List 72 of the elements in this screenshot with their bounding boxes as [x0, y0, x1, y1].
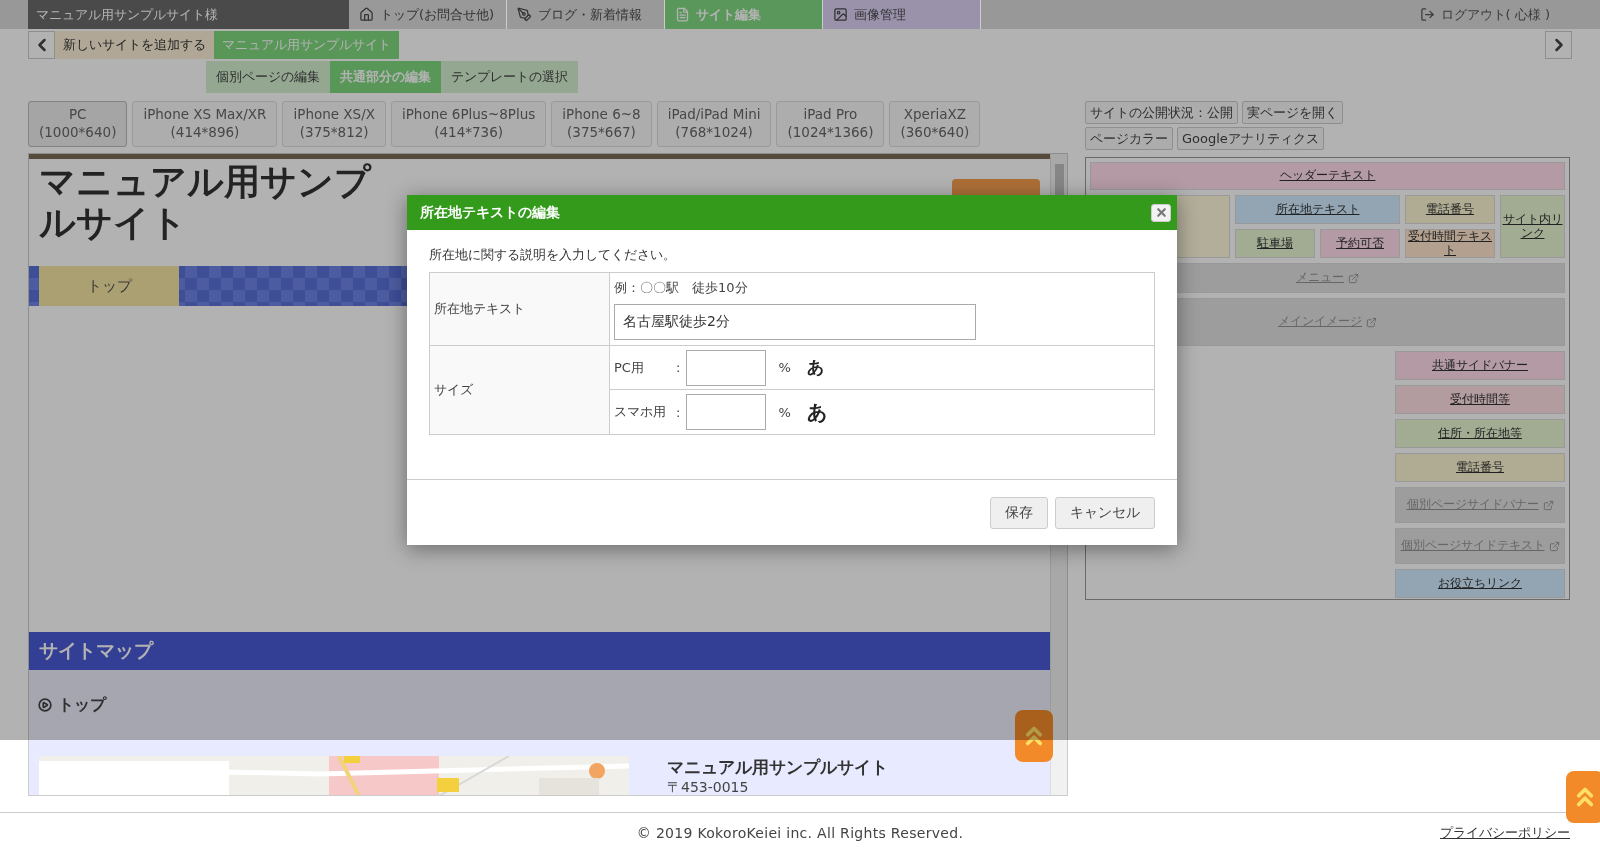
size-label: スマホ用: [614, 403, 667, 421]
row-label: 所在地テキスト: [430, 273, 610, 346]
size-input[interactable]: [686, 394, 767, 430]
image-icon: [833, 7, 848, 22]
action-button[interactable]: 実ページを開く: [1242, 101, 1343, 124]
device-tab[interactable]: iPhone 6Plus~8Plus (414*736): [390, 101, 547, 147]
size-label: PC用: [614, 358, 645, 377]
device-tab[interactable]: iPhone 6~8 (375*667): [551, 101, 652, 147]
close-button[interactable]: [1151, 203, 1171, 222]
layout-block[interactable]: 所在地テキスト: [1235, 195, 1400, 224]
external-link-icon: [1366, 316, 1377, 328]
hint-text: 例：〇〇駅 徒歩10分: [613, 279, 749, 297]
layout-block[interactable]: サイト内リンク: [1500, 195, 1565, 258]
logout-link[interactable]: ログアウト( 心様 ): [1419, 0, 1550, 29]
sidebar-block[interactable]: 住所・所在地等: [1395, 419, 1565, 448]
location-input[interactable]: 名古屋駅徒歩2分: [614, 304, 976, 340]
edit-tab[interactable]: 個別ページの編集: [206, 61, 330, 93]
copyright-text: © 2019 KokoroKeiei inc. All Rights Reserved.: [636, 825, 964, 841]
footer-site-name: マニュアル用サンプルサイト: [667, 756, 888, 779]
instruction-text: 所在地に関する説明を入力してください。: [429, 246, 677, 264]
unit-text: %: [778, 360, 791, 375]
layout-block[interactable]: 受付時間テキスト: [1405, 229, 1495, 258]
device-tab[interactable]: iPad/iPad Mini (768*1024): [656, 101, 772, 147]
list-icon: [675, 7, 690, 22]
sidebar-block[interactable]: お役立ちリンク: [1395, 569, 1565, 598]
sidebar-block[interactable]: 電話番号: [1395, 453, 1565, 482]
nav-tab[interactable]: 画像管理: [823, 0, 981, 29]
save-button[interactable]: 保存: [990, 496, 1048, 529]
layout-block[interactable]: 電話番号: [1405, 195, 1495, 224]
device-tab[interactable]: iPhone XS/X (375*812): [282, 101, 386, 147]
privacy-link[interactable]: プライバシーポリシー: [1440, 824, 1570, 842]
sitemap-link[interactable]: トップ: [58, 694, 106, 716]
bullet-icon: [38, 698, 52, 712]
layout-block[interactable]: 駐車場: [1235, 229, 1315, 258]
site-tab[interactable]: 新しいサイトを追加する: [55, 30, 214, 59]
size-sample: あ: [806, 356, 824, 379]
external-link-icon: [1348, 272, 1359, 284]
row-label: サイズ: [430, 346, 610, 434]
device-tab[interactable]: iPhone XS Max/XR (414*896): [132, 101, 278, 147]
logout-icon: [1419, 7, 1435, 22]
colon-text: :: [676, 404, 681, 420]
scroll-top-button[interactable]: [1015, 710, 1053, 762]
cancel-button[interactable]: キャンセル: [1055, 496, 1155, 529]
action-button[interactable]: サイトの公開状況：公開: [1085, 101, 1238, 124]
action-button[interactable]: Googleアナリティクス: [1177, 127, 1324, 150]
preview-nav-item[interactable]: トップ: [39, 266, 179, 306]
forward-button[interactable]: [1545, 30, 1572, 59]
footer-address: 〒453-0015: [667, 778, 750, 795]
dialog-title: 所在地テキストの編集: [420, 203, 560, 222]
close-icon: [1154, 206, 1168, 219]
back-button[interactable]: [28, 30, 55, 59]
site-title: マニュアル用サンプルサイト: [39, 161, 373, 246]
layout-block[interactable]: ヘッダーテキスト: [1090, 162, 1565, 190]
sidebar-block[interactable]: 共通サイドバナー: [1395, 351, 1565, 380]
device-tab[interactable]: PC (1000*640): [28, 101, 128, 147]
size-sample: あ: [806, 398, 827, 426]
size-input[interactable]: [686, 349, 767, 386]
action-button[interactable]: ページカラー: [1085, 127, 1173, 150]
site-name: マニュアル用サンプルサイト様: [28, 0, 349, 29]
colon-text: :: [676, 360, 681, 375]
sitemap-heading: サイトマップ: [29, 632, 1050, 670]
edit-tab[interactable]: テンプレートの選択: [441, 61, 578, 93]
home-icon: [359, 7, 374, 22]
device-tab[interactable]: XperiaXZ (360*640): [889, 101, 981, 147]
scroll-top-button[interactable]: [1566, 771, 1600, 823]
layout-block[interactable]: 予約可否: [1320, 229, 1400, 258]
sidebar-block[interactable]: 受付時間等: [1395, 385, 1565, 414]
external-link-icon: [1542, 499, 1554, 511]
pen-icon: [517, 7, 532, 22]
device-tab[interactable]: iPad Pro (1024*1366): [776, 101, 885, 147]
unit-text: %: [778, 404, 791, 420]
external-link-icon: [1548, 540, 1560, 552]
